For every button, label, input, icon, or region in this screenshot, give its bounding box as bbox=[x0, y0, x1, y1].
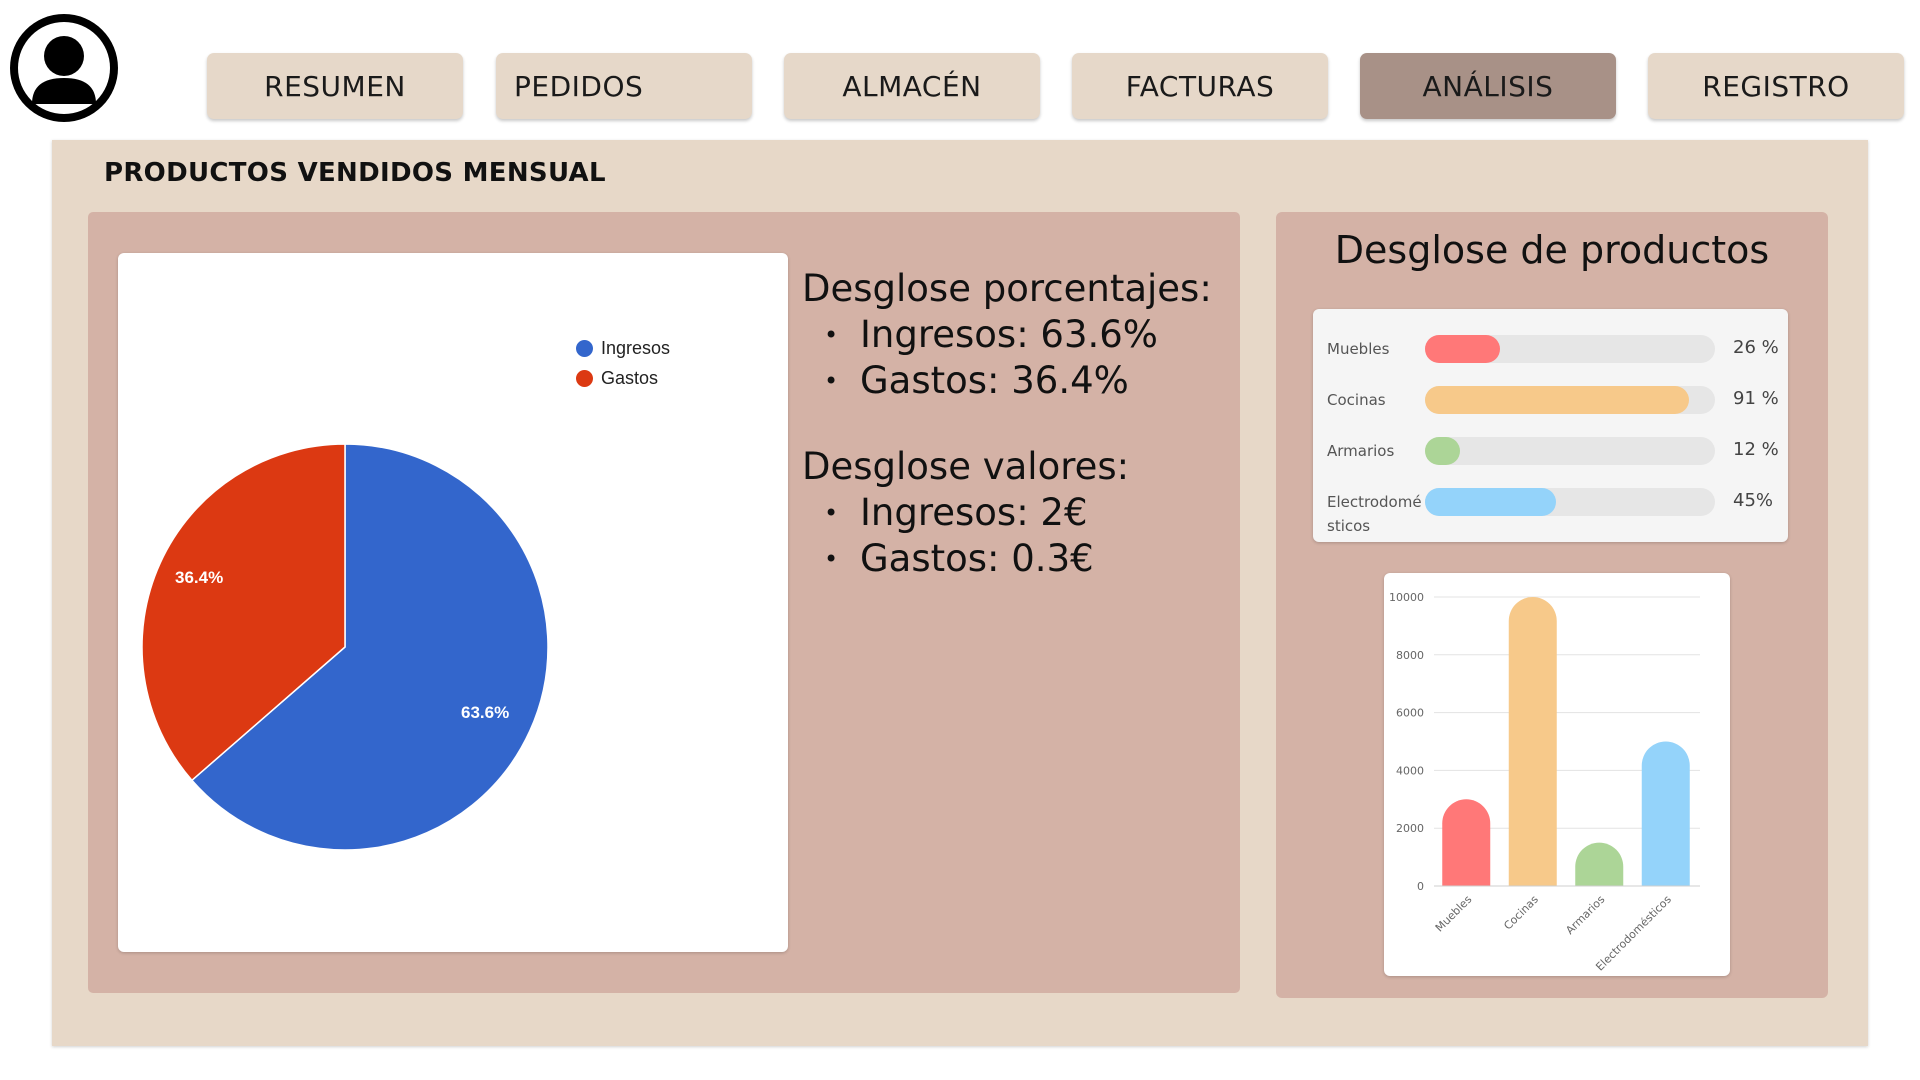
tab-analisis[interactable]: ANÁLISIS bbox=[1360, 53, 1616, 119]
progress-row-muebles: Muebles 26 % bbox=[1313, 333, 1788, 363]
x-tick-label: Cocinas bbox=[1501, 893, 1541, 933]
x-tick-label: Electrodomésticos bbox=[1593, 893, 1674, 974]
list-item: • Ingresos: 63.6% bbox=[824, 313, 1158, 356]
values-breakdown-list: • Ingresos: 2€ • Gastos: 0.3€ bbox=[824, 490, 1212, 582]
progress-track bbox=[1425, 488, 1715, 516]
progress-row-cocinas: Cocinas 91 % bbox=[1313, 384, 1788, 414]
progress-fill bbox=[1425, 488, 1556, 516]
tab-registro[interactable]: REGISTRO bbox=[1648, 53, 1904, 119]
progress-value: 26 % bbox=[1733, 337, 1779, 358]
bar-armarios[interactable] bbox=[1575, 842, 1624, 886]
percent-breakdown-title: Desglose porcentajes: bbox=[802, 267, 1212, 310]
pie-legend: Ingresos Gastos bbox=[576, 333, 670, 393]
pie-chart-card bbox=[118, 253, 788, 952]
y-tick-label: 4000 bbox=[1396, 764, 1424, 777]
progress-fill bbox=[1425, 437, 1460, 465]
legend-dot-icon bbox=[576, 369, 593, 387]
y-tick-label: 8000 bbox=[1396, 649, 1424, 662]
progress-fill bbox=[1425, 386, 1689, 414]
bar-cocinas[interactable] bbox=[1508, 597, 1557, 886]
list-item: • Gastos: 36.4% bbox=[824, 359, 1129, 402]
breakdown-text: Desglose porcentajes: • Ingresos: 63.6% •… bbox=[802, 266, 1212, 582]
pie-label-gastos: 36.4% bbox=[175, 568, 224, 587]
tab-resumen[interactable]: RESUMEN bbox=[207, 53, 463, 119]
list-item: • Ingresos: 2€ bbox=[824, 491, 1088, 534]
section-title: PRODUCTOS VENDIDOS MENSUAL bbox=[104, 158, 606, 188]
legend-label: Gastos bbox=[601, 367, 659, 388]
legend-label: Ingresos bbox=[601, 337, 671, 358]
progress-row-armarios: Armarios 12 % bbox=[1313, 435, 1788, 465]
list-item: • Gastos: 0.3€ bbox=[824, 537, 1094, 580]
progress-track bbox=[1425, 437, 1715, 465]
legend-item-gastos[interactable]: Gastos bbox=[576, 363, 670, 393]
values-breakdown-title: Desglose valores: bbox=[802, 445, 1130, 488]
y-tick-label: 10000 bbox=[1389, 591, 1424, 604]
pie-label-ingresos: 63.6% bbox=[461, 703, 510, 722]
progress-value: 91 % bbox=[1733, 388, 1779, 409]
bar-electrodomésticos[interactable] bbox=[1641, 741, 1690, 887]
progress-track bbox=[1425, 335, 1715, 363]
tab-almacen[interactable]: ALMACÉN bbox=[784, 53, 1040, 119]
tab-facturas[interactable]: FACTURAS bbox=[1072, 53, 1328, 119]
tab-pedidos[interactable]: PEDIDOS bbox=[496, 53, 752, 119]
x-tick-label: Muebles bbox=[1433, 893, 1475, 935]
progress-fill bbox=[1425, 335, 1501, 363]
progress-value: 45% bbox=[1733, 490, 1774, 511]
products-title: Desglose de productos bbox=[1334, 228, 1770, 272]
y-tick-label: 6000 bbox=[1396, 707, 1424, 720]
legend-item-ingresos[interactable]: Ingresos bbox=[576, 333, 670, 363]
bar-chart: 0 2000 4000 6000 8000 10000 Muebles Cocinas Arma… bbox=[1389, 591, 1700, 974]
user-avatar-icon[interactable] bbox=[10, 14, 118, 122]
percent-breakdown-list: • Ingresos: 63.6% • Gastos: 36.4% bbox=[824, 312, 1212, 404]
legend-dot-icon bbox=[576, 339, 593, 357]
progress-row-electrodomesticos: Electrodomé sticos 45% bbox=[1313, 486, 1788, 535]
bar-chart-card: 0 2000 4000 6000 8000 10000 Muebles Cocinas Arma… bbox=[1384, 573, 1730, 976]
progress-track bbox=[1425, 386, 1715, 414]
pie-chart bbox=[141, 443, 549, 851]
bar-muebles[interactable] bbox=[1442, 799, 1491, 886]
y-tick-label: 2000 bbox=[1396, 822, 1424, 835]
progress-card: Muebles 26 % Cocinas 91 % Armarios 12 % … bbox=[1313, 309, 1788, 542]
progress-value: 12 % bbox=[1733, 439, 1779, 460]
x-tick-label: Armarios bbox=[1563, 893, 1607, 937]
y-tick-label: 0 bbox=[1417, 880, 1424, 893]
